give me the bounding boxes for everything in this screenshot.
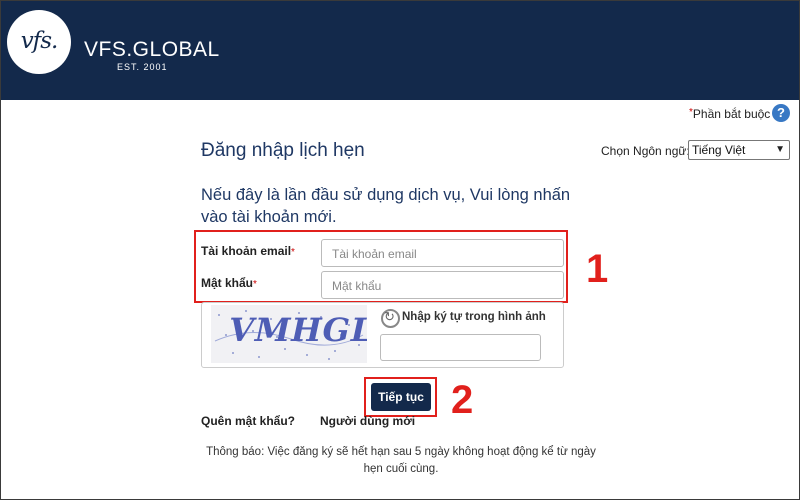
language-select[interactable]: Tiếng Việt ▼ bbox=[688, 140, 790, 160]
captcha-label: Nhập ký tự trong hình ảnh bbox=[402, 311, 546, 323]
page-frame: vfs. VFS.GLOBAL EST. 2001 *Phần bắt buộc… bbox=[0, 0, 800, 500]
language-label: Chọn Ngôn ngữ: bbox=[601, 144, 690, 158]
continue-button[interactable]: Tiếp tục bbox=[371, 383, 431, 411]
site-header: vfs. VFS.GLOBAL EST. 2001 bbox=[1, 1, 799, 100]
captcha-input[interactable] bbox=[380, 334, 541, 361]
email-label: Tài khoản email* bbox=[201, 244, 295, 258]
email-label-text: Tài khoản email bbox=[201, 244, 292, 258]
captcha-text: VMHGL bbox=[224, 311, 367, 349]
password-label: Mật khẩu* bbox=[201, 276, 257, 290]
logo-text: vfs. bbox=[20, 28, 59, 54]
email-required-star: * bbox=[291, 247, 295, 258]
brand-name: VFS.GLOBAL bbox=[84, 38, 220, 61]
email-field[interactable]: Tài khoản email bbox=[321, 239, 564, 267]
annotation-marker-2: 2 bbox=[451, 378, 474, 422]
forgot-password-link[interactable]: Quên mật khẩu? bbox=[201, 414, 295, 428]
vfs-logo[interactable]: vfs. bbox=[7, 10, 71, 74]
captcha-image: VMHGL bbox=[211, 305, 367, 363]
password-label-text: Mật khẩu bbox=[201, 276, 254, 290]
refresh-icon[interactable] bbox=[381, 309, 400, 328]
new-user-link[interactable]: Người dùng mới bbox=[320, 414, 415, 428]
expiry-notice: Thông báo: Việc đăng ký sẽ hết hạn sau 5… bbox=[206, 446, 596, 475]
intro-text: Nếu đây là lần đầu sử dụng dịch vụ, Vui … bbox=[201, 186, 571, 226]
password-required-star: * bbox=[253, 279, 257, 290]
language-selected: Tiếng Việt bbox=[692, 143, 746, 157]
help-icon[interactable]: ? bbox=[772, 104, 790, 122]
brand-tagline: EST. 2001 bbox=[117, 62, 168, 72]
page-title: Đăng nhập lịch hẹn bbox=[201, 140, 365, 161]
annotation-marker-1: 1 bbox=[586, 247, 609, 291]
required-note-text: Phần bắt buộc bbox=[692, 107, 771, 121]
required-note: *Phần bắt buộc bbox=[689, 107, 770, 121]
chevron-down-icon: ▼ bbox=[775, 144, 785, 155]
password-field[interactable]: Mật khẩu bbox=[321, 271, 564, 299]
